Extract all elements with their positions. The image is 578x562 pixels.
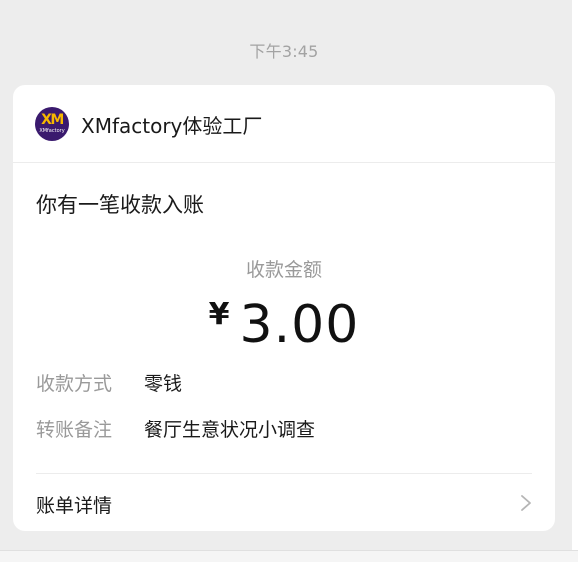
- detail-value: 零钱: [144, 373, 183, 395]
- scrollbar[interactable]: [572, 0, 578, 550]
- avatar-logo-subtext: XMfactory: [39, 128, 65, 134]
- payment-amount: ¥3.00: [13, 295, 555, 355]
- sender-name[interactable]: XMfactory体验工厂: [81, 110, 262, 139]
- bottom-input-bar-edge: [0, 550, 578, 562]
- amount-label: 收款金额: [245, 259, 322, 281]
- card-header[interactable]: XM XMfactory XMfactory体验工厂: [13, 85, 555, 163]
- avatar-logo-text: XM: [41, 112, 64, 128]
- amount-value: 3.00: [239, 295, 360, 355]
- payment-notification-card[interactable]: XM XMfactory XMfactory体验工厂 你有一笔收款入账 收款金额…: [13, 85, 555, 531]
- sender-avatar[interactable]: XM XMfactory: [35, 107, 69, 141]
- chat-screen: 下午3:45 XM XMfactory XMfactory体验工厂 你有一笔收款…: [0, 0, 578, 562]
- currency-symbol: ¥: [208, 297, 230, 332]
- bill-details-link[interactable]: 账单详情: [13, 474, 555, 531]
- chevron-right-icon: [521, 495, 531, 511]
- detail-row-payment-method: 收款方式 零钱: [36, 369, 182, 396]
- detail-label: 收款方式: [36, 373, 113, 395]
- detail-label: 转账备注: [36, 419, 113, 441]
- message-timestamp: 下午3:45: [249, 42, 319, 61]
- notice-title: 你有一笔收款入账: [36, 193, 204, 217]
- detail-value: 餐厅生意状况小调查: [144, 419, 316, 441]
- bill-details-label: 账单详情: [36, 495, 113, 517]
- detail-row-transfer-note: 转账备注 餐厅生意状况小调查: [36, 415, 315, 442]
